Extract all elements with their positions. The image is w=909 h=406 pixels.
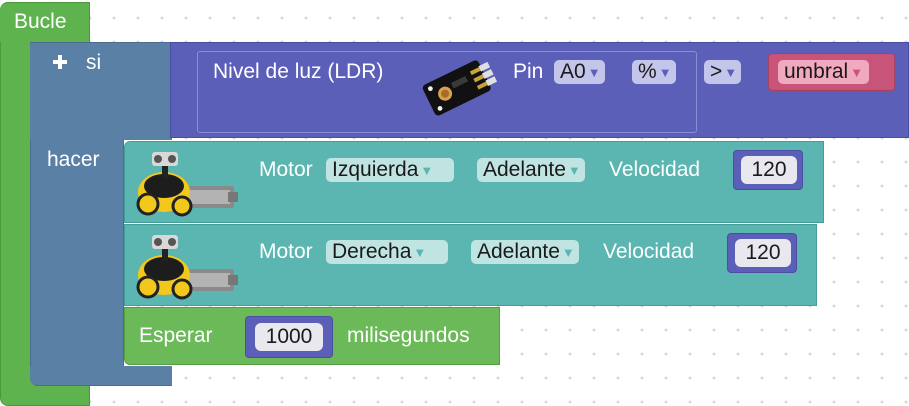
pin-value: A0 (560, 60, 586, 83)
chevron-down-icon: ▼ (724, 65, 738, 80)
motor-label: Motor (259, 240, 313, 263)
motor-side-value: Derecha (332, 240, 412, 263)
unit-dropdown[interactable]: % ▼ (632, 60, 676, 84)
wait-unit-label: milisegundos (347, 324, 470, 347)
motor-side-dropdown[interactable]: Derecha ▼ (326, 240, 448, 264)
threshold-variable-name: umbral (784, 60, 849, 83)
light-sensor-label: Nivel de luz (LDR) (213, 60, 384, 83)
chevron-down-icon: ▼ (587, 65, 601, 80)
chevron-down-icon: ▼ (561, 245, 575, 260)
pin-label: Pin (513, 60, 544, 83)
speed-input[interactable]: 120 (735, 239, 791, 267)
motor-direction-value: Adelante (477, 240, 560, 263)
plus-icon[interactable] (53, 55, 67, 69)
operator-dropdown[interactable]: > ▼ (704, 60, 742, 84)
motor-side-dropdown[interactable]: Izquierda ▼ (326, 158, 454, 182)
pin-dropdown[interactable]: A0 ▼ (554, 60, 605, 84)
ldr-sensor-image (422, 60, 498, 116)
threshold-variable-dropdown[interactable]: umbral ▼ (778, 60, 870, 84)
motor-direction-dropdown[interactable]: Adelante ▼ (477, 158, 585, 182)
chevron-down-icon: ▼ (567, 163, 581, 178)
chevron-down-icon: ▼ (658, 65, 672, 80)
speed-label: Velocidad (603, 240, 695, 263)
chevron-down-icon: ▼ (413, 245, 427, 260)
speed-input[interactable]: 120 (741, 156, 797, 184)
chevron-down-icon: ▼ (420, 163, 434, 178)
if-label: si (86, 51, 102, 74)
do-label: hacer (47, 148, 100, 171)
operator-value: > (710, 60, 723, 83)
motor-side-value: Izquierda (332, 158, 419, 181)
robot-car-image (136, 235, 238, 300)
robot-car-image (136, 152, 238, 217)
motor-direction-dropdown[interactable]: Adelante ▼ (471, 240, 579, 264)
motor-label: Motor (259, 158, 313, 181)
motor-direction-value: Adelante (483, 158, 566, 181)
wait-duration-input[interactable]: 1000 (255, 323, 323, 351)
wait-label: Esperar (139, 324, 213, 347)
unit-value: % (638, 60, 657, 83)
speed-label: Velocidad (609, 158, 701, 181)
loop-label: Bucle (14, 10, 67, 33)
if-block-footer (30, 366, 172, 386)
chevron-down-icon: ▼ (850, 65, 864, 80)
